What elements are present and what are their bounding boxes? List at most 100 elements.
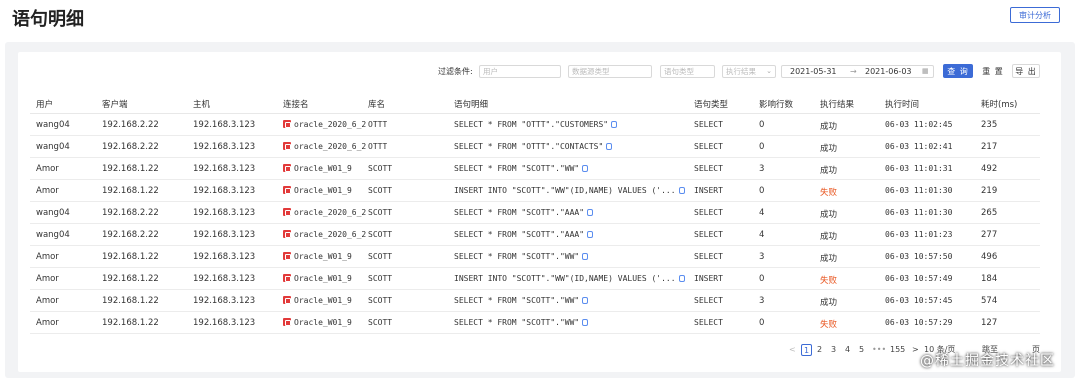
table-row[interactable]: wang04 192.168.2.22 192.168.3.123 oracle_20… (30, 224, 1040, 246)
cell-client-text: 192.168.1.22 (102, 318, 159, 328)
cell-result-text: 失败 (820, 188, 838, 198)
copy-icon[interactable] (611, 121, 618, 128)
cell-database: SCOTT (368, 274, 392, 283)
cell-sql[interactable]: SELECT * FROM "SCOTT"."WW" (454, 318, 690, 327)
cell-sql[interactable]: SELECT * FROM "SCOTT"."WW" (454, 164, 690, 173)
copy-icon[interactable] (582, 253, 589, 260)
cell-cost: 265 (981, 208, 997, 218)
pager-page-4[interactable]: 4 (845, 344, 850, 356)
copy-icon[interactable] (678, 187, 685, 194)
cell-result-text: 失败 (820, 320, 838, 330)
audit-analysis-button[interactable]: 审计分析 (1010, 7, 1060, 23)
copy-icon[interactable] (606, 143, 613, 150)
cell-result: 成功 (820, 164, 837, 176)
cell-sql[interactable]: SELECT * FROM "SCOTT"."AAA" (454, 208, 690, 217)
datasource-type-select[interactable]: 数据源类型 (568, 65, 652, 78)
table-row[interactable]: Amor 192.168.1.22 192.168.3.123 Oracle_W01_… (30, 312, 1040, 334)
cell-cost: 184 (981, 274, 997, 284)
copy-icon[interactable] (587, 209, 594, 216)
pager-page-2[interactable]: 2 (817, 344, 822, 356)
cell-affected-rows-text: 0 (759, 142, 765, 152)
oracle-db-icon (283, 252, 291, 260)
cell-cost: 127 (981, 318, 997, 328)
table-row[interactable]: Amor 192.168.1.22 192.168.3.123 Oracle_W01_… (30, 180, 1040, 202)
copy-icon[interactable] (582, 165, 589, 172)
cell-result-text: 成功 (820, 254, 838, 264)
cell-statement-type: SELECT (694, 208, 723, 217)
table-row[interactable]: Amor 192.168.1.22 192.168.3.123 Oracle_W01_… (30, 246, 1040, 268)
oracle-db-icon (283, 120, 291, 128)
pager-page-3[interactable]: 3 (831, 344, 836, 356)
cell-sql[interactable]: SELECT * FROM "SCOTT"."WW" (454, 252, 690, 261)
cell-exec-time-text: 06-03 10:57:50 (885, 252, 953, 261)
date-range-picker[interactable]: 2021-05-31 → 2021-06-03 ▦ (781, 65, 934, 78)
table-row[interactable]: Amor 192.168.1.22 192.168.3.123 Oracle_W01_… (30, 290, 1040, 312)
cell-user: wang04 (36, 208, 70, 218)
pager-page-5[interactable]: 5 (859, 344, 864, 356)
table-row[interactable]: wang04 192.168.2.22 192.168.3.123 oracle_20… (30, 136, 1040, 158)
table-row[interactable]: Amor 192.168.1.22 192.168.3.123 Oracle_W01_… (30, 158, 1040, 180)
cell-result-text: 成功 (820, 166, 838, 176)
copy-icon[interactable] (582, 319, 589, 326)
datasource-type-placeholder: 数据源类型 (572, 67, 610, 76)
cell-user: wang04 (36, 120, 70, 130)
cell-result: 成功 (820, 120, 837, 132)
cell-host-text: 192.168.3.123 (193, 318, 256, 328)
cell-statement-type: SELECT (694, 230, 723, 239)
pager-prev[interactable]: < (789, 344, 796, 356)
cell-sql[interactable]: INSERT INTO "SCOTT"."WW"(ID,NAME) VALUES… (454, 274, 690, 283)
cell-exec-time: 06-03 11:02:45 (885, 120, 952, 129)
col-header-result: 执行结果 (820, 100, 855, 110)
query-button[interactable]: 查 询 (943, 64, 973, 78)
result-placeholder: 执行结果 (726, 67, 756, 76)
cell-affected-rows: 0 (759, 142, 764, 152)
copy-icon[interactable] (582, 297, 589, 304)
date-start[interactable]: 2021-05-31 (790, 66, 837, 77)
table-row[interactable]: wang04 192.168.2.22 192.168.3.123 oracle_20… (30, 114, 1040, 136)
reset-button[interactable]: 重 置 (978, 64, 1008, 78)
oracle-db-icon (283, 142, 291, 150)
cell-affected-rows-text: 4 (759, 208, 765, 218)
cell-host: 192.168.3.123 (193, 120, 255, 130)
cell-cost-text: 574 (981, 296, 998, 306)
result-select[interactable]: 执行结果 ⌄ (722, 65, 776, 78)
col-header-statement-type: 语句类型 (694, 100, 729, 110)
cell-sql[interactable]: SELECT * FROM "SCOTT"."AAA" (454, 230, 690, 239)
pager-next[interactable]: > (912, 344, 919, 356)
cell-exec-time-text: 06-03 11:02:41 (885, 142, 953, 151)
watermark: @稀土掘金技术社区 (920, 353, 1055, 369)
statement-type-select[interactable]: 语句类型 (660, 65, 715, 78)
date-end[interactable]: 2021-06-03 (865, 66, 912, 77)
pager-last-page[interactable]: 155 (890, 344, 905, 356)
cell-client: 192.168.1.22 (102, 164, 159, 174)
cell-connection-text: Oracle_W01_9 (294, 164, 352, 173)
col-header-connection: 连接名 (283, 100, 309, 110)
cell-user: Amor (36, 296, 59, 306)
cell-cost-text: 219 (981, 186, 998, 196)
copy-icon[interactable] (678, 275, 685, 282)
cell-host: 192.168.3.123 (193, 186, 255, 196)
pager-page-1[interactable]: 1 (801, 344, 812, 356)
export-button[interactable]: 导 出 (1012, 64, 1040, 78)
cell-client: 192.168.1.22 (102, 252, 159, 262)
cell-sql[interactable]: SELECT * FROM "SCOTT"."WW" (454, 296, 690, 305)
cell-database-text: SCOTT (368, 164, 393, 173)
cell-sql[interactable]: INSERT INTO "SCOTT"."WW"(ID,NAME) VALUES… (454, 186, 690, 195)
cell-statement-type-text: SELECT (694, 296, 723, 305)
table-row[interactable]: Amor 192.168.1.22 192.168.3.123 Oracle_W01_… (30, 268, 1040, 290)
pager-ellipsis[interactable]: ••• (872, 344, 886, 356)
cell-sql-text: SELECT * FROM "SCOTT"."WW" (454, 296, 580, 305)
cell-user-text: wang04 (36, 230, 70, 240)
user-filter-input[interactable]: 用户 (479, 65, 561, 78)
table-row[interactable]: wang04 192.168.2.22 192.168.3.123 oracle_20… (30, 202, 1040, 224)
cell-affected-rows-text: 0 (759, 186, 765, 196)
cell-statement-type: SELECT (694, 120, 723, 129)
cell-statement-type: SELECT (694, 164, 723, 173)
copy-icon[interactable] (587, 231, 594, 238)
cell-sql[interactable]: SELECT * FROM "OTTT"."CUSTOMERS" (454, 120, 690, 129)
cell-exec-time: 06-03 11:01:30 (885, 186, 952, 195)
cell-sql-text: SELECT * FROM "SCOTT"."AAA" (454, 230, 585, 239)
cell-exec-time-text: 06-03 11:01:23 (885, 230, 953, 239)
oracle-db-icon (283, 208, 291, 216)
cell-sql[interactable]: SELECT * FROM "OTTT"."CONTACTS" (454, 142, 690, 151)
